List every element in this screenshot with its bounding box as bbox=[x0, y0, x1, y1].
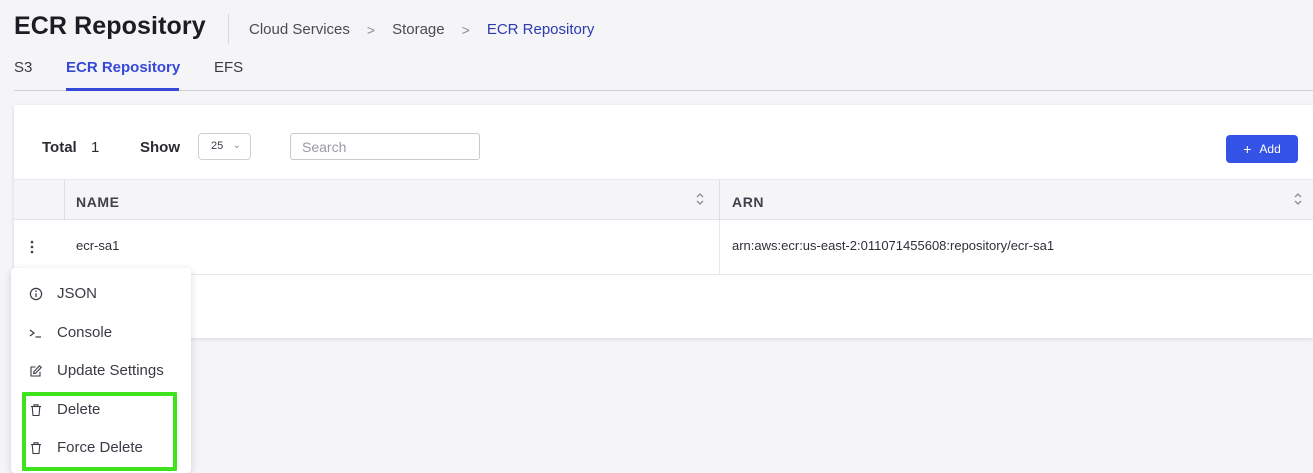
tab-efs[interactable]: EFS bbox=[214, 59, 243, 76]
breadcrumb-ecr-repository: ECR Repository bbox=[486, 21, 595, 38]
menu-item-label: JSON bbox=[57, 285, 98, 302]
terminal-icon bbox=[29, 329, 41, 338]
repository-table-card: Total 1 Show 25 ⌄ + Add NAME ARN bbox=[14, 105, 1313, 338]
plus-icon: + bbox=[1243, 141, 1252, 157]
row-context-menu: JSON Console Update Settings Delete Forc… bbox=[11, 268, 191, 473]
breadcrumb-cloud-services[interactable]: Cloud Services bbox=[249, 21, 350, 38]
total-label: Total bbox=[42, 139, 77, 156]
tab-bar: S3 ECR Repository EFS bbox=[14, 52, 1313, 91]
menu-item-console[interactable]: Console bbox=[11, 315, 191, 351]
column-divider bbox=[64, 180, 65, 220]
chevron-down-icon: ⌄ bbox=[232, 140, 241, 151]
chevron-right-icon: > bbox=[366, 21, 376, 38]
page-title: ECR Repository bbox=[14, 12, 206, 40]
page: ECR Repository Cloud Services > Storage … bbox=[0, 0, 1313, 473]
menu-item-force-delete[interactable]: Force Delete bbox=[11, 430, 191, 466]
menu-item-json[interactable]: JSON bbox=[11, 276, 191, 312]
menu-item-label: Delete bbox=[57, 401, 101, 418]
tab-ecr-repository[interactable]: ECR Repository bbox=[66, 59, 180, 76]
column-divider bbox=[719, 180, 720, 220]
breadcrumb: Cloud Services > Storage > ECR Repositor… bbox=[249, 21, 594, 38]
row-actions-kebab-icon[interactable] bbox=[27, 237, 37, 257]
table-row[interactable]: ecr-sa1 arn:aws:ecr:us-east-2:0110714556… bbox=[14, 220, 1313, 275]
cell-arn: arn:aws:ecr:us-east-2:011071455608:repos… bbox=[732, 238, 1055, 253]
add-button-label: Add bbox=[1259, 142, 1281, 156]
page-size-value: 25 bbox=[211, 140, 224, 152]
sort-icon[interactable] bbox=[695, 190, 705, 208]
column-header-name[interactable]: NAME bbox=[76, 194, 120, 210]
edit-icon bbox=[30, 365, 42, 377]
show-label: Show bbox=[140, 139, 180, 156]
column-divider bbox=[719, 220, 720, 274]
table-header: NAME ARN bbox=[14, 179, 1313, 220]
tab-s3[interactable]: S3 bbox=[14, 59, 32, 76]
add-button[interactable]: + Add bbox=[1226, 135, 1298, 163]
menu-item-delete[interactable]: Delete bbox=[11, 392, 191, 428]
cell-name: ecr-sa1 bbox=[76, 238, 120, 253]
menu-item-label: Console bbox=[57, 324, 113, 341]
breadcrumb-storage[interactable]: Storage bbox=[392, 21, 445, 38]
active-tab-indicator bbox=[66, 88, 179, 91]
column-header-arn[interactable]: ARN bbox=[732, 194, 764, 210]
chevron-right-icon: > bbox=[461, 21, 470, 38]
info-icon bbox=[29, 287, 43, 301]
trash-icon bbox=[31, 404, 41, 417]
search-input[interactable] bbox=[290, 133, 480, 160]
menu-item-label: Force Delete bbox=[57, 439, 143, 456]
total-count: 1 bbox=[91, 139, 100, 156]
menu-item-update-settings[interactable]: Update Settings bbox=[11, 353, 191, 389]
header-divider bbox=[228, 14, 229, 44]
menu-item-label: Update Settings bbox=[57, 362, 164, 379]
trash-icon bbox=[31, 442, 41, 455]
sort-icon[interactable] bbox=[1293, 190, 1303, 208]
page-size-select[interactable]: 25 ⌄ bbox=[198, 133, 251, 160]
